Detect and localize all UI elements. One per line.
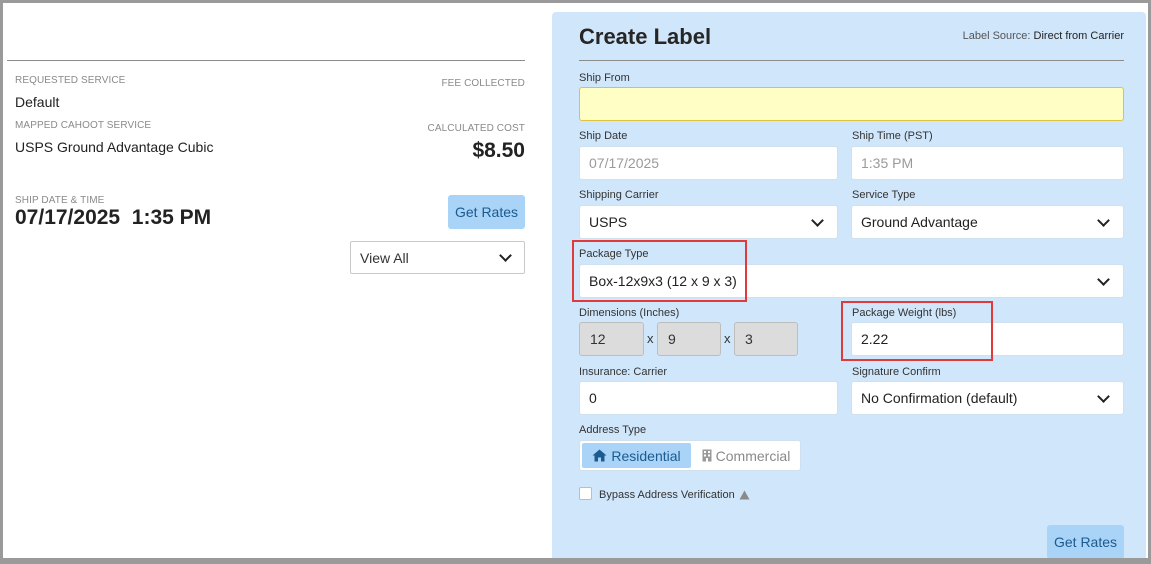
signature-value: No Confirmation (default) bbox=[861, 390, 1018, 406]
get-rates-button[interactable]: Get Rates bbox=[1047, 525, 1124, 559]
residential-label: Residential bbox=[611, 447, 681, 464]
insurance-label: Insurance: Carrier bbox=[579, 366, 668, 378]
service-type-select[interactable]: Ground Advantage bbox=[851, 205, 1124, 239]
service-type-label: Service Type bbox=[852, 189, 916, 201]
mapped-service-label: MAPPED CAHOOT SERVICE bbox=[15, 120, 152, 131]
requested-service-value: Default bbox=[15, 94, 60, 110]
requested-service-label: REQUESTED SERVICE bbox=[15, 75, 126, 86]
chevron-down-icon bbox=[499, 249, 512, 262]
chevron-down-icon bbox=[1097, 273, 1110, 286]
commercial-label: Commercial bbox=[715, 447, 791, 464]
page-title: Create Label bbox=[579, 24, 712, 49]
bypass-row: Bypass Address Verification bbox=[599, 489, 750, 501]
carrier-value: USPS bbox=[589, 214, 628, 230]
get-rates-button-left[interactable]: Get Rates bbox=[448, 195, 525, 229]
fee-collected-label: FEE COLLECTED bbox=[441, 78, 525, 89]
chevron-down-icon bbox=[1097, 390, 1110, 403]
label-source: Label Source: Direct from Carrier bbox=[963, 30, 1124, 42]
chevron-down-icon bbox=[1097, 214, 1110, 227]
dimension-separator: x bbox=[724, 331, 731, 346]
dimension-height-field[interactable]: 3 bbox=[734, 322, 798, 356]
service-type-value: Ground Advantage bbox=[861, 214, 978, 230]
mapped-service-value: USPS Ground Advantage Cubic bbox=[15, 139, 214, 155]
home-icon bbox=[592, 449, 607, 462]
chevron-down-icon bbox=[811, 214, 824, 227]
dimension-width-field[interactable]: 9 bbox=[657, 322, 721, 356]
ship-datetime-value: 07/17/2025 1:35 PM bbox=[15, 206, 212, 229]
carrier-select[interactable]: USPS bbox=[579, 205, 838, 239]
signature-select[interactable]: No Confirmation (default) bbox=[851, 381, 1124, 415]
insurance-field[interactable]: 0 bbox=[579, 381, 838, 415]
address-type-toggle: Residential Commercial bbox=[579, 440, 801, 471]
residential-option[interactable]: Residential bbox=[582, 443, 691, 468]
bypass-label: Bypass Address Verification bbox=[599, 489, 735, 501]
commercial-option[interactable]: Commercial bbox=[694, 443, 798, 468]
panel-divider bbox=[579, 60, 1124, 61]
dimension-separator: x bbox=[647, 331, 654, 346]
label-source-value: Direct from Carrier bbox=[1033, 30, 1124, 42]
label-source-prefix: Label Source: bbox=[962, 30, 1031, 42]
calculated-cost-value: $8.50 bbox=[472, 139, 525, 162]
window-frame-bottom bbox=[0, 558, 1151, 564]
ship-date-field[interactable]: 07/17/2025 bbox=[579, 146, 838, 180]
ship-from-label: Ship From bbox=[579, 72, 630, 84]
left-divider bbox=[7, 60, 525, 61]
weight-highlight bbox=[841, 301, 993, 361]
building-icon bbox=[702, 449, 712, 462]
ship-from-field[interactable] bbox=[579, 87, 1124, 121]
view-all-select[interactable]: View All bbox=[350, 241, 525, 274]
bypass-checkbox[interactable] bbox=[579, 487, 592, 500]
ship-time-label: Ship Time (PST) bbox=[852, 130, 933, 142]
warning-icon bbox=[739, 490, 750, 500]
signature-label: Signature Confirm bbox=[852, 366, 941, 378]
ship-datetime-label: SHIP DATE & TIME bbox=[15, 195, 105, 206]
carrier-label: Shipping Carrier bbox=[579, 189, 659, 201]
dimension-length-field[interactable]: 12 bbox=[579, 322, 644, 356]
ship-time-field[interactable]: 1:35 PM bbox=[851, 146, 1124, 180]
address-type-label: Address Type bbox=[579, 424, 647, 436]
package-type-highlight bbox=[572, 240, 747, 302]
view-all-value: View All bbox=[360, 249, 409, 266]
calculated-cost-label: CALCULATED COST bbox=[427, 123, 525, 134]
dimensions-label: Dimensions (Inches) bbox=[579, 307, 680, 319]
ship-date-label: Ship Date bbox=[579, 130, 628, 142]
